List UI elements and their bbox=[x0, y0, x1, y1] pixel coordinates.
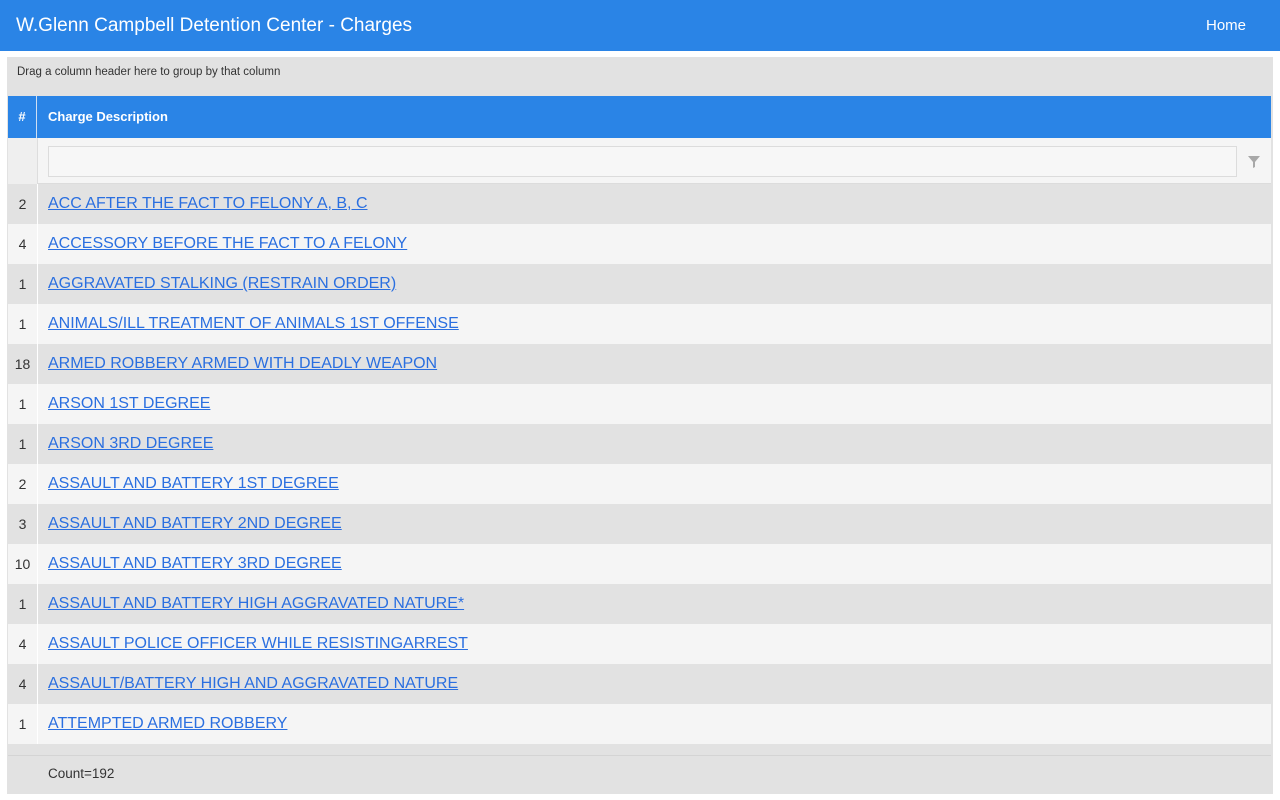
charge-count-cell: 4 bbox=[8, 624, 38, 664]
charge-description-link[interactable]: ANIMALS/ILL TREATMENT OF ANIMALS 1ST OFF… bbox=[48, 304, 459, 344]
charge-description-filter-input[interactable] bbox=[48, 146, 1237, 177]
charge-count-cell: 4 bbox=[8, 224, 38, 264]
charge-description-link[interactable]: ARSON 1ST DEGREE bbox=[48, 384, 210, 424]
group-by-panel[interactable]: Drag a column header here to group by th… bbox=[7, 57, 1273, 96]
table-row: 2 ACC AFTER THE FACT TO FELONY A, B, C bbox=[8, 184, 1271, 224]
charge-description-link[interactable]: ATTEMPTED ARMED ROBBERY bbox=[48, 704, 287, 744]
charge-count-cell: 1 bbox=[8, 384, 38, 424]
grid-footer: Count=192 bbox=[8, 755, 1271, 792]
table-row: 1 ARSON 1ST DEGREE bbox=[8, 384, 1271, 424]
funnel-icon[interactable] bbox=[1248, 156, 1260, 168]
charge-count-cell: 1 bbox=[8, 584, 38, 624]
table-row: 4 ASSAULT POLICE OFFICER WHILE RESISTINGA… bbox=[8, 624, 1271, 664]
top-navbar: W.Glenn Campbell Detention Center - Char… bbox=[0, 0, 1280, 51]
home-link[interactable]: Home bbox=[1206, 17, 1246, 34]
table-row: 4 ASSAULT/BATTERY HIGH AND AGGRAVATED NAT… bbox=[8, 664, 1271, 704]
charge-description-link[interactable]: ASSAULT AND BATTERY 1ST DEGREE bbox=[48, 464, 339, 504]
table-row: 10 ASSAULT AND BATTERY 3RD DEGREE bbox=[8, 544, 1271, 584]
charge-description-link[interactable]: ASSAULT AND BATTERY HIGH AGGRAVATED NATU… bbox=[48, 584, 464, 624]
charge-description-link[interactable]: ACCESSORY BEFORE THE FACT TO A FELONY bbox=[48, 224, 407, 264]
table-row: 1 ASSAULT AND BATTERY HIGH AGGRAVATED NAT… bbox=[8, 584, 1271, 624]
charge-description-link[interactable]: ASSAULT/BATTERY HIGH AND AGGRAVATED NATU… bbox=[48, 664, 458, 704]
charge-count-cell: 1 bbox=[8, 264, 38, 304]
total-count: Count=192 bbox=[48, 766, 115, 781]
table-row: 18 ARMED ROBBERY ARMED WITH DEADLY WEAPON bbox=[8, 344, 1271, 384]
charge-count-cell: 2 bbox=[8, 184, 38, 224]
charge-description-link[interactable]: ASSAULT AND BATTERY 2ND DEGREE bbox=[48, 504, 342, 544]
charge-count-cell: 1 bbox=[8, 704, 38, 744]
group-by-hint: Drag a column header here to group by th… bbox=[17, 66, 281, 78]
charges-grid: Drag a column header here to group by th… bbox=[7, 57, 1273, 794]
grid-header: # Charge Description bbox=[8, 96, 1271, 138]
charge-description-link[interactable]: ASSAULT AND BATTERY 3RD DEGREE bbox=[48, 544, 342, 584]
table-row: 3 ASSAULT AND BATTERY 2ND DEGREE bbox=[8, 504, 1271, 544]
charge-description-link[interactable]: ARMED ROBBERY ARMED WITH DEADLY WEAPON bbox=[48, 344, 437, 384]
table-row: 1 ANIMALS/ILL TREATMENT OF ANIMALS 1ST OF… bbox=[8, 304, 1271, 344]
charge-description-link[interactable]: ASSAULT POLICE OFFICER WHILE RESISTINGAR… bbox=[48, 624, 468, 664]
table-row: 1 ARSON 3RD DEGREE bbox=[8, 424, 1271, 464]
table-row: 4 ACCESSORY BEFORE THE FACT TO A FELONY bbox=[8, 224, 1271, 264]
table-row: 1 AGGRAVATED STALKING (RESTRAIN ORDER) bbox=[8, 264, 1271, 304]
filter-row-spacer bbox=[8, 138, 38, 184]
filter-row bbox=[8, 138, 1271, 184]
column-header-count[interactable]: # bbox=[8, 96, 37, 138]
charge-description-link[interactable]: AGGRAVATED STALKING (RESTRAIN ORDER) bbox=[48, 264, 396, 304]
charge-count-cell: 3 bbox=[8, 504, 38, 544]
column-header-charge-description[interactable]: Charge Description bbox=[48, 96, 168, 138]
charge-description-link[interactable]: ARSON 3RD DEGREE bbox=[48, 424, 213, 464]
charge-count-cell: 1 bbox=[8, 424, 38, 464]
charge-count-cell: 18 bbox=[8, 344, 38, 384]
grid-rows: 2 ACC AFTER THE FACT TO FELONY A, B, C 4 AC… bbox=[8, 184, 1271, 755]
charge-description-link[interactable]: ACC AFTER THE FACT TO FELONY A, B, C bbox=[48, 184, 368, 224]
page-title: W.Glenn Campbell Detention Center - Char… bbox=[16, 15, 413, 36]
table-row: 2 ASSAULT AND BATTERY 1ST DEGREE bbox=[8, 464, 1271, 504]
charge-count-cell: 2 bbox=[8, 464, 38, 504]
charge-count-cell: 4 bbox=[8, 664, 38, 704]
table-row: 1 ATTEMPTED ARMED ROBBERY bbox=[8, 704, 1271, 744]
charge-count-cell: 1 bbox=[8, 304, 38, 344]
charge-count-cell: 10 bbox=[8, 544, 38, 584]
